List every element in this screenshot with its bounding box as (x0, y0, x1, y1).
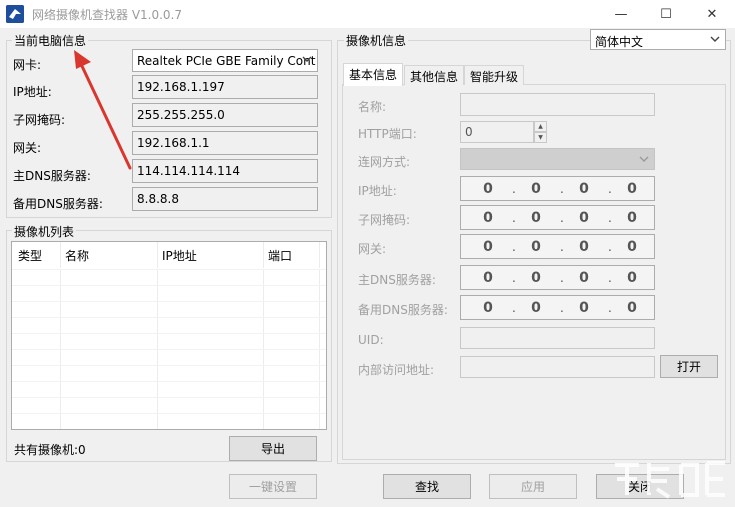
chevron-down-icon (639, 156, 649, 162)
nic-label: 网卡: (13, 58, 42, 72)
camera-gateway-label: 网关: (358, 242, 387, 256)
internal-url-label: 内部访问地址: (358, 363, 435, 377)
ip-field: 192.168.1.197 (132, 75, 318, 99)
gateway-field: 192.168.1.1 (132, 131, 318, 155)
maximize-button[interactable]: ☐ (643, 0, 689, 28)
camera-table[interactable]: 类型 名称 IP地址 端口 (11, 241, 327, 430)
language-select[interactable]: 简体中文 (590, 29, 726, 50)
triangle-up-icon[interactable]: ▲ (534, 121, 547, 132)
http-port-input[interactable]: 0 (460, 121, 534, 143)
camera-mask-label: 子网掩码: (358, 213, 411, 227)
camera-name-input[interactable] (460, 93, 655, 116)
camera-count: 共有摄像机:0 (14, 443, 86, 457)
export-button[interactable]: 导出 (229, 436, 317, 461)
tab-smart-upgrade[interactable]: 智能升级 (464, 65, 525, 85)
camera-list-title: 摄像机列表 (12, 223, 77, 240)
column-header-name[interactable]: 名称 (65, 247, 89, 264)
http-port-value: 0 (465, 125, 473, 139)
subnet-mask-label: 子网掩码: (13, 113, 66, 127)
triangle-down-icon[interactable]: ▼ (534, 132, 547, 143)
column-header-ip[interactable]: IP地址 (162, 247, 197, 264)
minimize-button[interactable]: — (598, 0, 644, 28)
close-window-button[interactable]: ✕ (689, 0, 735, 28)
camera-dns2-input[interactable]: 0. 0. 0. 0 (460, 295, 655, 320)
tab-basic-info[interactable]: 基本信息 (343, 63, 404, 86)
chevron-down-icon (302, 56, 312, 62)
chevron-down-icon (710, 36, 720, 42)
secondary-dns-field: 8.8.8.8 (132, 187, 318, 211)
column-header-port[interactable]: 端口 (268, 247, 292, 264)
nic-select[interactable]: Realtek PCIe GBE Family Cont (132, 49, 318, 72)
tab-other-info[interactable]: 其他信息 (404, 65, 465, 85)
camera-gateway-input[interactable]: 0. 0. 0. 0 (460, 234, 655, 259)
network-mode-select[interactable] (460, 148, 655, 170)
camera-info-title: 摄像机信息 (344, 32, 409, 49)
language-select-value: 简体中文 (595, 35, 644, 49)
window-title: 网络摄像机查找器 V1.0.0.7 (32, 8, 183, 22)
watermark-logo-icon (615, 461, 725, 499)
column-header-type[interactable]: 类型 (18, 247, 42, 264)
search-button[interactable]: 查找 (383, 474, 471, 499)
nic-select-value: Realtek PCIe GBE Family Cont (137, 54, 316, 68)
subnet-mask-field: 255.255.255.0 (132, 103, 318, 127)
annotation-arrow-icon (74, 50, 132, 170)
camera-dns1-input[interactable]: 0. 0. 0. 0 (460, 265, 655, 290)
ip-label: IP地址: (13, 85, 52, 99)
camera-dns1-label: 主DNS服务器: (358, 273, 436, 287)
camera-finder-icon (6, 5, 24, 23)
secondary-dns-label: 备用DNS服务器: (13, 197, 103, 211)
camera-ip-label: IP地址: (358, 184, 397, 198)
one-click-setup-button[interactable]: 一键设置 (229, 474, 317, 499)
camera-dns2-label: 备用DNS服务器: (358, 303, 448, 317)
gateway-label: 网关: (13, 141, 42, 155)
uid-label: UID: (358, 333, 384, 347)
http-port-label: HTTP端口: (358, 127, 417, 141)
camera-name-label: 名称: (358, 100, 387, 114)
apply-button[interactable]: 应用 (489, 474, 577, 499)
camera-ip-input[interactable]: 0. 0. 0. 0 (460, 176, 655, 201)
internal-url-input[interactable] (460, 356, 655, 378)
camera-mask-input[interactable]: 0. 0. 0. 0 (460, 205, 655, 230)
primary-dns-field: 114.114.114.114 (132, 159, 318, 183)
network-mode-label: 连网方式: (358, 155, 411, 169)
uid-input[interactable] (460, 327, 655, 349)
open-button[interactable]: 打开 (660, 355, 718, 378)
table-header: 类型 名称 IP地址 端口 (12, 242, 326, 269)
